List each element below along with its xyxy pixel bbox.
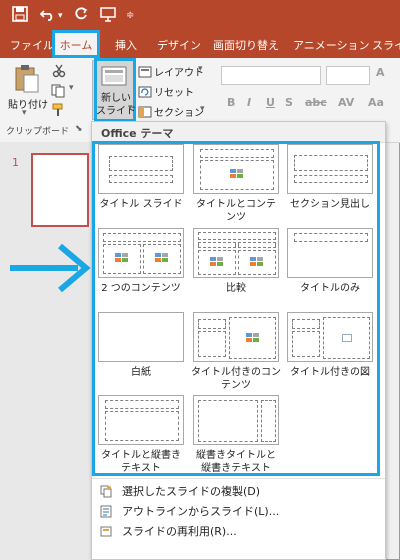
save-icon[interactable] <box>12 6 28 26</box>
shadow-icon[interactable]: S <box>285 96 293 109</box>
paste-dropdown-icon[interactable]: ▾ <box>22 108 27 118</box>
new-slide-dropdown-icon[interactable]: ▾ <box>128 103 133 113</box>
home-tab-highlight <box>52 30 100 58</box>
slide-number: 1 <box>12 156 19 169</box>
outline-icon <box>100 503 112 518</box>
duplicate-icon <box>100 483 112 498</box>
reuse-slides-item[interactable]: スライドの再利用(R)... <box>92 520 385 540</box>
paste-label[interactable]: 貼り付け <box>8 96 48 111</box>
bold-icon[interactable]: B <box>227 96 235 109</box>
layout-gallery-highlight <box>92 141 380 476</box>
change-case-icon[interactable]: Aa <box>368 96 384 109</box>
redo-icon[interactable] <box>73 6 89 26</box>
theme-header: Office テーマ <box>92 122 385 143</box>
presentation-icon[interactable] <box>99 6 117 26</box>
format-painter-icon[interactable] <box>52 102 66 121</box>
font-size-field[interactable] <box>326 66 370 85</box>
italic-icon[interactable]: I <box>247 96 251 109</box>
duplicate-slides-item[interactable]: 選択したスライドの複製(D) <box>92 480 385 500</box>
layout-icon[interactable] <box>138 63 152 82</box>
font-name-field[interactable] <box>221 66 321 85</box>
tab-design[interactable]: デザイン <box>157 33 201 58</box>
cut-icon[interactable] <box>52 63 66 82</box>
section-button[interactable]: セクション <box>154 104 204 119</box>
reset-icon[interactable] <box>138 83 152 102</box>
duplicate-label: 選択したスライドの複製(D) <box>122 485 261 498</box>
theme-header-label: Office テーマ <box>101 127 174 140</box>
section-dropdown-icon[interactable]: ▾ <box>200 104 205 114</box>
reset-button[interactable]: リセット <box>154 84 194 99</box>
slide-thumbnail[interactable] <box>31 153 89 227</box>
undo-dropdown-icon[interactable]: ▾ <box>58 6 63 26</box>
strikethrough-icon[interactable]: abc <box>305 96 327 109</box>
layout-dropdown-icon[interactable]: ▾ <box>198 64 203 74</box>
reuse-label: スライドの再利用(R)... <box>122 525 237 538</box>
char-spacing-icon[interactable]: AV <box>338 96 354 109</box>
section-icon[interactable] <box>138 103 152 122</box>
slides-from-outline-item[interactable]: アウトラインからスライド(L)... <box>92 500 385 520</box>
reuse-icon <box>100 523 112 537</box>
menu-separator <box>92 478 385 479</box>
title-bar: ▾ ≑ <box>0 0 400 33</box>
increase-font-icon[interactable]: A <box>376 66 385 79</box>
new-slide-icon <box>101 66 127 90</box>
tab-transitions[interactable]: 画面切り替え <box>213 33 279 58</box>
tab-animations[interactable]: アニメーション <box>293 33 370 58</box>
tab-insert[interactable]: 挿入 <box>115 33 137 58</box>
copy-icon[interactable] <box>51 83 67 102</box>
tab-slideshow[interactable]: スライ <box>372 33 400 58</box>
clipboard-group-label: クリップボード <box>6 127 70 137</box>
layout-button[interactable]: レイアウト <box>154 64 204 79</box>
underline-icon[interactable]: U <box>266 96 275 109</box>
paste-icon[interactable] <box>14 64 40 98</box>
pointing-arrow <box>8 238 94 302</box>
tab-file[interactable]: ファイル <box>10 33 54 58</box>
customize-qat-icon[interactable]: ≑ <box>126 6 134 26</box>
clipboard-launcher-icon[interactable]: ⬊ <box>75 124 83 134</box>
copy-dropdown-icon[interactable]: ▾ <box>69 83 74 93</box>
undo-icon[interactable] <box>39 6 58 26</box>
outline-label: アウトラインからスライド(L)... <box>122 505 280 518</box>
